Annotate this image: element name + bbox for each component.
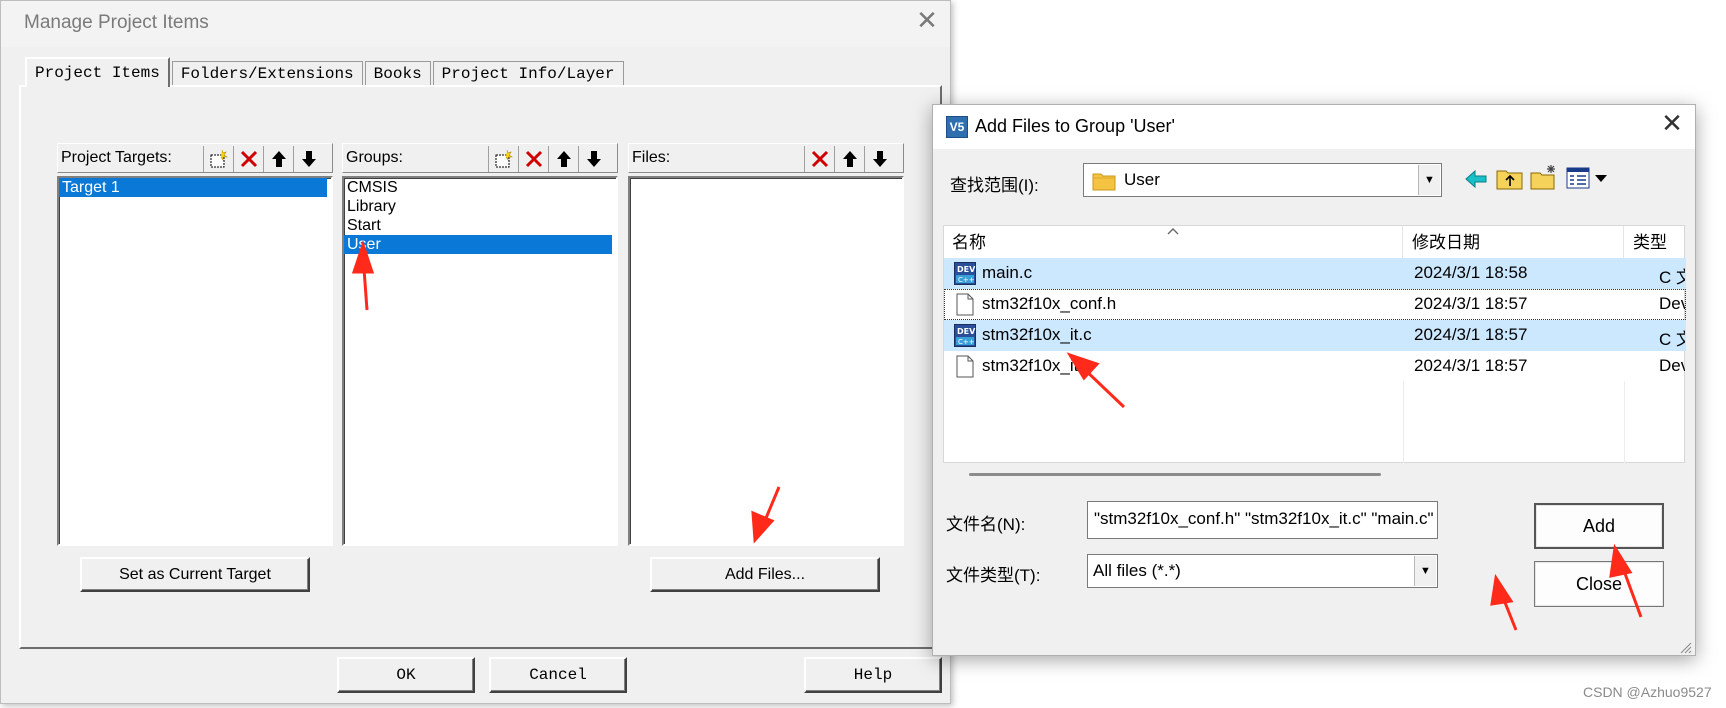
delete-target-icon[interactable]: [233, 146, 263, 172]
close-icon[interactable]: ✕: [1655, 110, 1689, 144]
folder-icon: [1092, 173, 1116, 191]
chevron-down-icon[interactable]: ▼: [1414, 556, 1436, 586]
column-name-label: 名称: [952, 233, 986, 252]
back-icon[interactable]: [1464, 167, 1488, 191]
manage-dialog-title: Manage Project Items: [24, 12, 209, 33]
add-button[interactable]: Add: [1534, 503, 1664, 549]
list-item-group[interactable]: CMSIS: [344, 178, 616, 197]
add-files-dialog: V5 Add Files to Group 'User' ✕ 查找范围(I): …: [932, 104, 1696, 656]
filetype-label: 文件类型(T):: [946, 566, 1041, 585]
look-in-value: User: [1124, 170, 1160, 189]
manage-dialog-titlebar[interactable]: Manage Project Items ✕: [1, 1, 950, 47]
files-header: Files:: [628, 143, 904, 173]
file-name: stm32f10x_conf.h: [982, 294, 1117, 313]
move-file-up-icon[interactable]: [834, 146, 864, 172]
set-as-current-target-button[interactable]: Set as Current Target: [80, 557, 310, 592]
column-header-name[interactable]: 名称: [944, 226, 1403, 259]
filename-input[interactable]: "stm32f10x_conf.h" "stm32f10x_it.c" "mai…: [1087, 501, 1438, 539]
file-name: stm32f10x_it.c: [982, 325, 1092, 344]
tab-books[interactable]: Books: [364, 61, 431, 87]
horizontal-scrollbar[interactable]: [969, 473, 1381, 476]
tab-folders-extensions[interactable]: Folders/Extensions: [171, 61, 363, 87]
file-date: 2024/3/1 18:58: [1414, 263, 1528, 282]
file-type: C 文件: [1659, 268, 1685, 287]
delete-file-icon[interactable]: [804, 146, 834, 172]
manage-project-items-dialog: Manage Project Items ✕ Project Items Fol…: [0, 0, 951, 704]
close-icon[interactable]: ✕: [910, 7, 944, 41]
cancel-button[interactable]: Cancel: [489, 657, 627, 693]
chevron-down-icon[interactable]: ▼: [1418, 165, 1440, 195]
file-name: main.c: [982, 263, 1033, 282]
svg-text:DEV: DEV: [957, 265, 976, 274]
column-header-type[interactable]: 类型: [1625, 226, 1685, 259]
keil-uvision-icon: V5: [946, 116, 968, 138]
filetype-value: All files (*.*): [1093, 561, 1181, 580]
column-divider: [1403, 381, 1404, 463]
move-group-up-icon[interactable]: [548, 146, 578, 172]
tab-project-info-layer[interactable]: Project Info/Layer: [432, 61, 624, 87]
new-folder-icon[interactable]: [1530, 163, 1558, 191]
file-type: Dev: [1659, 356, 1685, 375]
files-label: Files:: [632, 149, 671, 166]
table-row[interactable]: DEV C++ stm32f10x_it.c 2024/3/1 18:57 C 文…: [944, 320, 1686, 351]
column-header-date[interactable]: 修改日期: [1404, 226, 1624, 259]
resize-grip-icon[interactable]: [1678, 640, 1692, 654]
svg-text:DEV: DEV: [957, 327, 976, 336]
look-in-label: 查找范围(I):: [950, 176, 1039, 195]
ok-button[interactable]: OK: [337, 657, 475, 693]
view-menu-icon[interactable]: [1565, 165, 1609, 191]
move-target-up-icon[interactable]: [263, 146, 293, 172]
file-date: 2024/3/1 18:57: [1414, 294, 1528, 313]
up-folder-icon[interactable]: [1496, 165, 1524, 191]
list-item-group[interactable]: Library: [344, 197, 616, 216]
table-row[interactable]: stm32f10x_it.h 2024/3/1 18:57 Dev: [944, 351, 1686, 382]
svg-text:C++: C++: [958, 338, 975, 346]
project-targets-list[interactable]: Target 1: [57, 176, 333, 546]
groups-label: Groups:: [346, 149, 403, 166]
move-group-down-icon[interactable]: [578, 146, 608, 172]
tab-project-items[interactable]: Project Items: [25, 57, 170, 87]
list-item-target-1[interactable]: Target 1: [59, 178, 327, 197]
move-file-down-icon[interactable]: [864, 146, 894, 172]
header-file-icon: [956, 355, 974, 378]
list-item-group-selected[interactable]: User: [344, 235, 612, 254]
file-date: 2024/3/1 18:57: [1414, 356, 1528, 375]
delete-group-icon[interactable]: [518, 146, 548, 172]
file-type: C 文件: [1659, 330, 1685, 349]
sort-ascending-icon: [1167, 228, 1179, 235]
filetype-dropdown[interactable]: All files (*.*) ▼: [1087, 554, 1438, 588]
header-file-icon: [956, 293, 974, 316]
project-targets-label: Project Targets:: [61, 149, 172, 166]
close-button[interactable]: Close: [1534, 561, 1664, 607]
tab-strip: Project Items Folders/Extensions Books P…: [25, 57, 626, 87]
file-date: 2024/3/1 18:57: [1414, 325, 1528, 344]
move-target-down-icon[interactable]: [293, 146, 323, 172]
column-divider: [1624, 381, 1625, 463]
groups-header: Groups:: [342, 143, 618, 173]
look-in-dropdown[interactable]: User ▼: [1083, 163, 1442, 197]
list-item-group[interactable]: Start: [344, 216, 616, 235]
add-files-button[interactable]: Add Files...: [650, 557, 880, 592]
filename-label: 文件名(N):: [946, 515, 1026, 534]
add-files-titlebar[interactable]: V5 Add Files to Group 'User' ✕: [933, 105, 1695, 149]
file-list[interactable]: 名称 修改日期 类型 DEV C++ main.c 2024/3/1 18:58 …: [943, 225, 1686, 463]
groups-list[interactable]: CMSIS Library Start User: [342, 176, 618, 546]
add-files-dialog-title: Add Files to Group 'User': [975, 116, 1175, 136]
c-source-file-icon: DEV C++: [954, 262, 976, 285]
files-list[interactable]: [628, 176, 904, 546]
file-type: Dev: [1659, 294, 1685, 313]
project-targets-header: Project Targets:: [57, 143, 333, 173]
c-source-file-icon: DEV C++: [954, 324, 976, 347]
file-name: stm32f10x_it.h: [982, 356, 1093, 375]
svg-text:C++: C++: [958, 276, 975, 284]
table-row[interactable]: stm32f10x_conf.h 2024/3/1 18:57 Dev: [944, 289, 1686, 320]
help-button[interactable]: Help: [804, 657, 942, 693]
table-row[interactable]: DEV C++ main.c 2024/3/1 18:58 C 文件: [944, 258, 1686, 289]
new-group-icon[interactable]: [488, 146, 518, 172]
new-target-icon[interactable]: [203, 146, 233, 172]
watermark: CSDN @Azhuo9527: [1583, 684, 1712, 700]
